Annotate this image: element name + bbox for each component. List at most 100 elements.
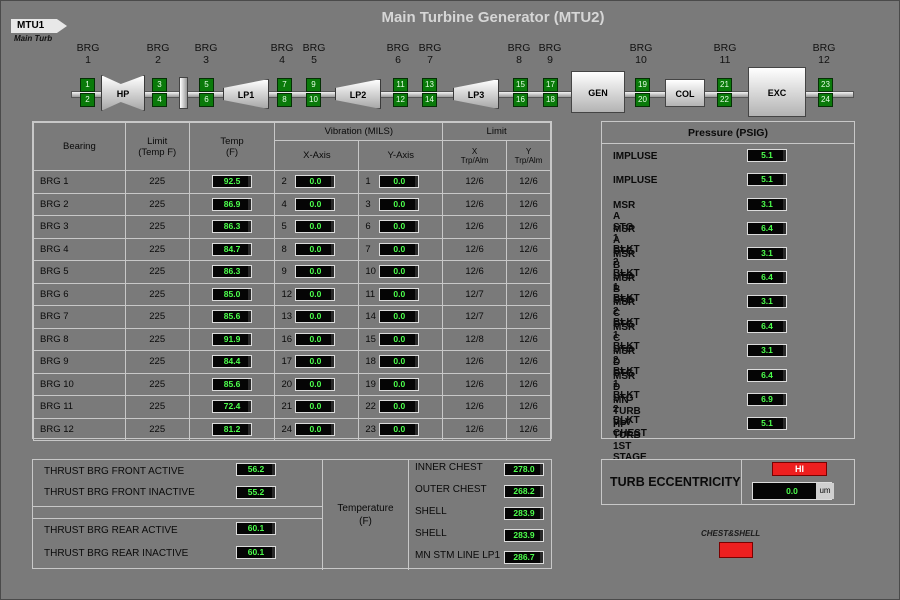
sensor-24[interactable]: 24 — [818, 93, 833, 107]
bearing-limit: 225 — [124, 395, 190, 419]
bearing-temp: 85.6 — [188, 372, 276, 396]
col-temp-text: Temp — [220, 135, 244, 147]
x-sensor-number: 21 — [281, 401, 293, 413]
y-axis-value: 0.0 — [379, 287, 420, 301]
temperature-row-label: MN STM LINE LP1 — [415, 550, 501, 561]
eccentricity-number: 0.0 — [786, 486, 798, 496]
bearing-temp-value: 86.3 — [212, 220, 253, 234]
generator[interactable]: GEN — [571, 71, 625, 113]
bearing-row: BRG 11 225 72.4 21 0.0 22 0.0 12/6 12/6 — [33, 395, 551, 419]
pressure-value: 5.1 — [747, 149, 787, 162]
col-bearing: Bearing — [33, 122, 126, 171]
brg-number: 12 — [818, 54, 830, 66]
lp3-turbine[interactable]: LP3 — [453, 79, 499, 109]
y-axis-value: 0.0 — [379, 422, 420, 436]
sensor-23[interactable]: 23 — [818, 78, 833, 92]
sensor-10[interactable]: 10 — [306, 93, 321, 107]
sensor-22[interactable]: 22 — [717, 93, 732, 107]
bearing-y-limit: 12/6 — [506, 260, 551, 284]
col-x-limit: X Trp/Alm — [442, 140, 508, 171]
bearing-label-1: BRG 1 — [73, 42, 103, 66]
temperature-row: OUTER CHEST 268.2 — [409, 482, 553, 504]
col-limit2: Limit — [442, 122, 551, 141]
temperature-row-value: 283.9 — [504, 529, 544, 542]
sensor-20[interactable]: 20 — [635, 93, 650, 107]
temperature-label: Temperature — [337, 503, 394, 514]
temperature-row: SHELL 283.9 — [409, 526, 553, 548]
bearing-limit: 225 — [124, 417, 190, 441]
bearing-row: BRG 10 225 85.6 20 0.0 19 0.0 12/6 12/6 — [33, 372, 551, 396]
sensor-6[interactable]: 6 — [199, 93, 214, 107]
chest-shell-alarm[interactable] — [719, 542, 753, 558]
bearing-label-3: BRG 3 — [191, 42, 221, 66]
lp1-turbine[interactable]: LP1 — [223, 79, 269, 109]
collector[interactable]: COL — [665, 79, 705, 107]
thrust-front-active-label: THRUST BRG FRONT ACTIVE — [44, 466, 185, 477]
bearing-name: BRG 6 — [33, 282, 126, 306]
sensor-3[interactable]: 3 — [152, 78, 167, 92]
sensor-8[interactable]: 8 — [277, 93, 292, 107]
sensor-1[interactable]: 1 — [80, 78, 95, 92]
sensor-7[interactable]: 7 — [277, 78, 292, 92]
bearing-name: BRG 7 — [33, 305, 126, 329]
bearing-x-limit: 12/7 — [442, 305, 508, 329]
bearing-temp: 84.7 — [188, 237, 276, 261]
bearing-temp-value: 85.6 — [212, 377, 253, 391]
pressure-label: IMPLUSE — [613, 175, 658, 187]
sensor-11[interactable]: 11 — [393, 78, 408, 92]
x-axis-value: 0.0 — [295, 310, 336, 324]
hp-turbine[interactable]: HP — [101, 75, 145, 111]
chest-shell-label: CHEST&SHELL — [701, 529, 761, 538]
bearing-x-axis: 9 0.0 — [274, 260, 360, 284]
temperature-unit: (F) — [359, 516, 372, 527]
bearing-label-11: BRG 11 — [710, 42, 740, 66]
eccentricity-panel: TURB ECCENTRICITY HI 0.0 um — [601, 459, 855, 505]
brg-prefix: BRG — [76, 42, 100, 54]
x-sensor-number: 17 — [281, 356, 293, 368]
sensor-16[interactable]: 16 — [513, 93, 528, 107]
bearing-temp: 92.5 — [188, 170, 276, 194]
lp2-turbine[interactable]: LP2 — [335, 79, 381, 109]
brg-prefix: BRG — [270, 42, 294, 54]
bearing-y-axis: 14 0.0 — [358, 305, 444, 329]
bearing-limit: 225 — [124, 192, 190, 216]
bearing-name: BRG 5 — [33, 260, 126, 284]
sensor-9[interactable]: 9 — [306, 78, 321, 92]
sensor-19[interactable]: 19 — [635, 78, 650, 92]
sensor-14[interactable]: 14 — [422, 93, 437, 107]
brg-number: 7 — [427, 54, 433, 66]
sensor-4[interactable]: 4 — [152, 93, 167, 107]
y-sensor-number: 14 — [365, 311, 376, 323]
bearing-row: BRG 12 225 81.2 24 0.0 23 0.0 12/6 12/6 — [33, 417, 551, 441]
y-sensor-number: 3 — [365, 198, 371, 210]
sensor-21[interactable]: 21 — [717, 78, 732, 92]
bearing-y-limit: 12/6 — [506, 350, 551, 374]
brg-number: 9 — [547, 54, 553, 66]
x-axis-value: 0.0 — [295, 175, 336, 189]
brg-number: 5 — [311, 54, 317, 66]
sensor-12[interactable]: 12 — [393, 93, 408, 107]
pressure-value: 3.1 — [747, 295, 787, 309]
thrust-temperature-panel: THRUST BRG FRONT ACTIVE 56.2 THRUST BRG … — [32, 459, 553, 570]
exciter[interactable]: EXC — [748, 67, 806, 117]
col-temp-unit: (F) — [225, 146, 239, 158]
sensor-2[interactable]: 2 — [80, 93, 95, 107]
bearing-temp: 91.9 — [188, 327, 276, 351]
sensor-18[interactable]: 18 — [543, 93, 558, 107]
bearing-name: BRG 2 — [33, 192, 126, 216]
sensor-5[interactable]: 5 — [199, 78, 214, 92]
bearing-x-limit: 12/6 — [442, 417, 508, 441]
col-y-limit: Y Trp/Alm — [506, 140, 551, 171]
bearing-temp: 86.3 — [188, 215, 276, 239]
sensor-13[interactable]: 13 — [422, 78, 437, 92]
sensor-17[interactable]: 17 — [543, 78, 558, 92]
bearing-temp-value: 84.4 — [212, 355, 253, 369]
col-x-limit-text: X — [471, 146, 478, 156]
pressure-panel: Pressure (PSIG) IMPLUSE 5.1 IMPLUSE 5.1 MSR … — [601, 121, 855, 463]
bearing-row: BRG 5 225 86.3 9 0.0 10 0.0 12/6 12/6 — [33, 260, 551, 284]
y-axis-value: 0.0 — [379, 175, 420, 189]
x-sensor-number: 16 — [281, 333, 293, 345]
bearing-row: BRG 1 225 92.5 2 0.0 1 0.0 12/6 12/6 — [33, 170, 551, 194]
bearing-x-limit: 12/7 — [442, 282, 508, 306]
sensor-15[interactable]: 15 — [513, 78, 528, 92]
